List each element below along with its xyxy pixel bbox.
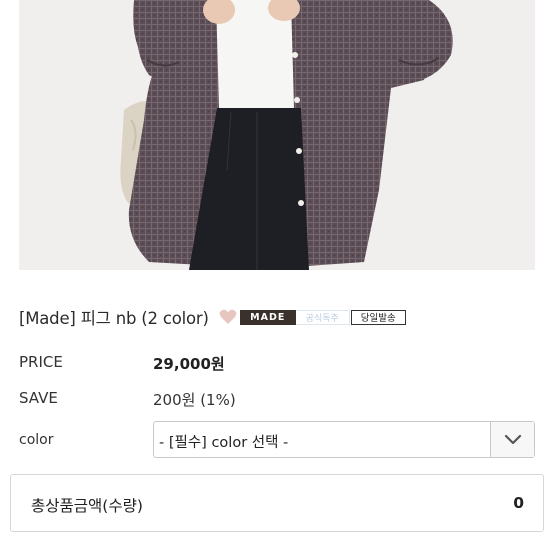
product-title-row: [Made] 피그 nb (2 color) MADE 공식독주 당일발송 bbox=[19, 305, 406, 329]
chevron-down-icon bbox=[504, 430, 522, 449]
total-label: 총상품금액(수량) bbox=[31, 497, 143, 515]
color-label: color bbox=[19, 432, 54, 448]
color-select-value: - [필수] color 선택 - bbox=[159, 435, 289, 451]
total-value: 0 bbox=[513, 494, 524, 512]
total-price-box: 총상품금액(수량) 0 bbox=[10, 474, 544, 532]
product-photo bbox=[19, 0, 535, 270]
price-value: 29,000원 bbox=[153, 355, 225, 373]
custom-badge: 공식독주 bbox=[295, 309, 350, 325]
dropdown-button[interactable] bbox=[490, 422, 534, 457]
save-label: SAVE bbox=[19, 389, 58, 407]
made-badge: MADE bbox=[239, 309, 296, 325]
color-select[interactable]: - [필수] color 선택 - bbox=[153, 421, 535, 458]
heart-icon[interactable] bbox=[219, 309, 237, 325]
product-title: [Made] 피그 nb (2 color) bbox=[19, 309, 209, 328]
price-label: PRICE bbox=[19, 353, 63, 371]
save-value: 200원 (1%) bbox=[153, 391, 236, 409]
same-day-badge: 당일발송 bbox=[350, 309, 406, 325]
